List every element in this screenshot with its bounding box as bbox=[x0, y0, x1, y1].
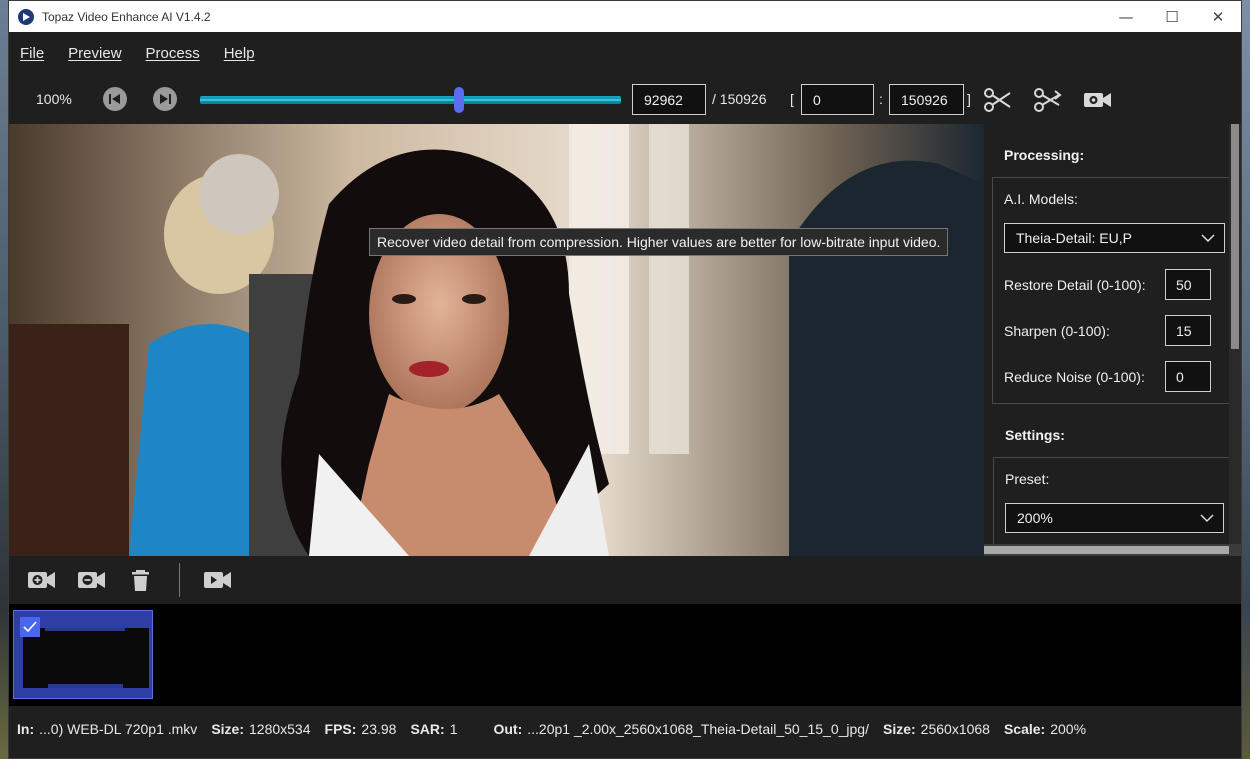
play-button[interactable] bbox=[153, 87, 177, 111]
chevron-down-icon bbox=[1200, 514, 1214, 523]
process-video-icon[interactable] bbox=[203, 568, 233, 592]
app-window: Topaz Video Enhance AI V1.4.2 — ☐ ✕ File… bbox=[8, 0, 1242, 759]
out-label: Out: bbox=[493, 721, 523, 737]
queue-toolbar bbox=[9, 556, 1241, 604]
sar-value: 1 bbox=[449, 721, 458, 737]
ai-models-label: A.I. Models: bbox=[1004, 191, 1078, 207]
total-frames-label: / 150926 bbox=[712, 91, 767, 107]
add-video-icon[interactable] bbox=[27, 568, 57, 592]
timeline-slider[interactable] bbox=[200, 96, 621, 104]
video-preview[interactable]: Recover video detail from compression. H… bbox=[9, 124, 984, 556]
settings-title: Settings: bbox=[1005, 427, 1065, 443]
scale-label: Scale: bbox=[1003, 721, 1046, 737]
toolbar-separator bbox=[179, 563, 180, 597]
ai-model-value: Theia-Detail: EU,P bbox=[1016, 230, 1132, 246]
video-frame-image bbox=[9, 124, 984, 556]
playback-toolbar: 100% 92962 / 150926 [ 0 : 150926 ] bbox=[9, 74, 1241, 124]
output-file-name: ...20p1 _2.00x_2560x1068_Theia-Detail_50… bbox=[527, 721, 869, 737]
scale-value: 200% bbox=[1050, 721, 1087, 737]
remove-video-icon[interactable] bbox=[77, 568, 107, 592]
range-separator: : bbox=[879, 91, 883, 107]
queue-video-thumbnail[interactable] bbox=[13, 610, 153, 699]
input-file-name: ...0) WEB-DL 720p1 .mkv bbox=[39, 721, 198, 737]
settings-panel: Processing: A.I. Models: Theia-Detail: E… bbox=[984, 124, 1229, 544]
menu-file[interactable]: File bbox=[20, 45, 44, 62]
menu-preview[interactable]: Preview bbox=[68, 45, 121, 62]
checkmark-icon bbox=[23, 621, 37, 633]
window-controls: — ☐ ✕ bbox=[1103, 1, 1241, 32]
panel-hscroll-thumb[interactable] bbox=[984, 546, 1229, 554]
fps-value: 23.98 bbox=[361, 721, 397, 737]
preset-value: 200% bbox=[1017, 510, 1053, 526]
skip-to-start-button[interactable] bbox=[103, 87, 127, 111]
panel-scroll-thumb[interactable] bbox=[1231, 124, 1239, 349]
thumbnail-image bbox=[23, 628, 149, 688]
input-size-label: Size: bbox=[211, 721, 244, 737]
in-label: In: bbox=[17, 721, 35, 737]
menu-process[interactable]: Process bbox=[146, 45, 200, 62]
output-size-label: Size: bbox=[882, 721, 916, 737]
status-bar: In: ...0) WEB-DL 720p1 .mkv Size: 1280x534… bbox=[9, 706, 1241, 752]
desktop-background-right bbox=[1241, 0, 1250, 759]
range-close-bracket: ] bbox=[967, 91, 971, 107]
skip-back-icon bbox=[109, 94, 120, 104]
processing-title: Processing: bbox=[1004, 147, 1085, 163]
window-title: Topaz Video Enhance AI V1.4.2 bbox=[42, 9, 211, 24]
close-button[interactable]: ✕ bbox=[1195, 1, 1241, 32]
output-size-value: 2560x1068 bbox=[920, 721, 990, 737]
panel-horizontal-scrollbar[interactable] bbox=[984, 544, 1241, 556]
topaz-app-icon bbox=[18, 8, 34, 25]
menu-bar: File Preview Process Help bbox=[9, 32, 1241, 74]
restore-detail-input[interactable]: 50 bbox=[1165, 269, 1211, 300]
range-open-bracket: [ bbox=[790, 91, 794, 107]
play-pause-icon bbox=[160, 94, 171, 104]
maximize-button[interactable]: ☐ bbox=[1149, 1, 1195, 32]
zoom-level[interactable]: 100% bbox=[36, 91, 72, 107]
preset-dropdown[interactable]: 200% bbox=[1005, 503, 1224, 533]
split-icon[interactable] bbox=[1033, 87, 1063, 113]
panel-vertical-scrollbar[interactable] bbox=[1229, 124, 1241, 544]
ai-model-dropdown[interactable]: Theia-Detail: EU,P bbox=[1004, 223, 1225, 253]
preset-label: Preset: bbox=[1005, 471, 1050, 487]
menu-help[interactable]: Help bbox=[224, 45, 255, 62]
minimize-button[interactable]: — bbox=[1103, 1, 1149, 32]
reduce-noise-input[interactable]: 0 bbox=[1165, 361, 1211, 392]
thumbnail-checkbox[interactable] bbox=[20, 617, 40, 637]
current-frame-input[interactable]: 92962 bbox=[632, 84, 706, 115]
sharpen-input[interactable]: 15 bbox=[1165, 315, 1211, 346]
restore-detail-label: Restore Detail (0-100): bbox=[1004, 277, 1146, 293]
reduce-noise-label: Reduce Noise (0-100): bbox=[1004, 369, 1145, 385]
range-end-input[interactable]: 150926 bbox=[889, 84, 964, 115]
sharpen-label: Sharpen (0-100): bbox=[1004, 323, 1110, 339]
sar-label: SAR: bbox=[410, 721, 445, 737]
fps-label: FPS: bbox=[324, 721, 357, 737]
preview-camera-icon[interactable] bbox=[1083, 87, 1113, 113]
timeline-slider-thumb[interactable] bbox=[454, 87, 465, 113]
chevron-down-icon bbox=[1201, 234, 1215, 243]
title-bar: Topaz Video Enhance AI V1.4.2 — ☐ ✕ bbox=[9, 1, 1241, 32]
input-size-value: 1280x534 bbox=[249, 721, 311, 737]
video-queue bbox=[9, 604, 1241, 706]
restore-detail-tooltip: Recover video detail from compression. H… bbox=[369, 228, 949, 256]
trash-icon[interactable] bbox=[129, 568, 159, 592]
range-start-input[interactable]: 0 bbox=[801, 84, 874, 115]
scissors-icon[interactable] bbox=[983, 87, 1013, 113]
